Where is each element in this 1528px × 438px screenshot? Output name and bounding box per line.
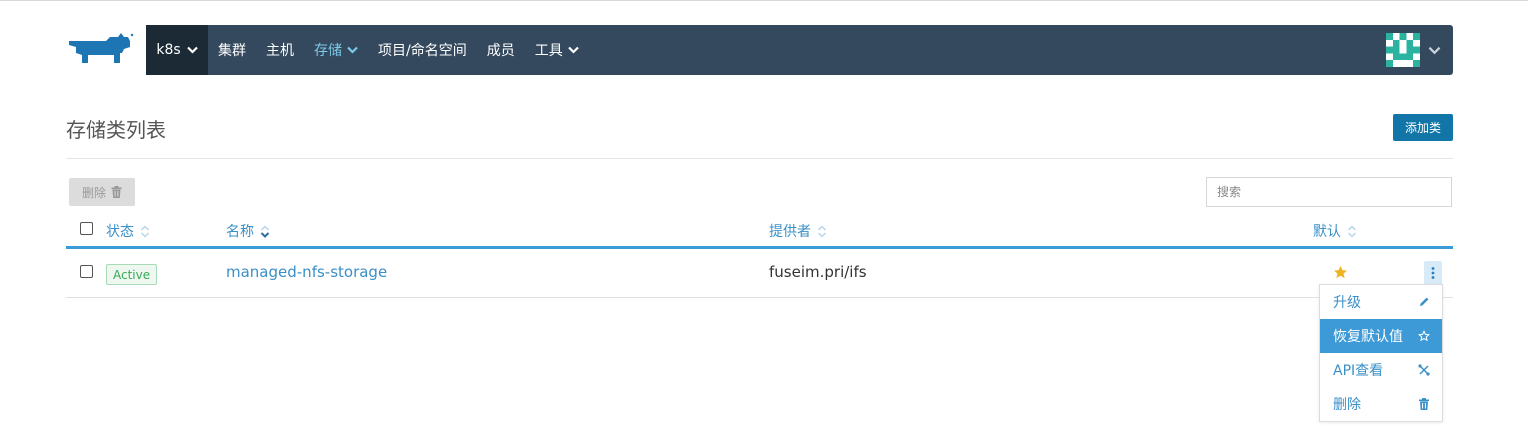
kebab-icon (1431, 267, 1435, 279)
default-star-icon (1334, 265, 1347, 279)
sort-icon (1347, 224, 1357, 238)
nav-item-label: 项目/命名空间 (378, 43, 467, 59)
chevron-down-icon (347, 46, 358, 54)
nav-item-tools[interactable]: 工具 (525, 25, 589, 75)
bulk-delete-label: 删除 (81, 185, 106, 200)
environment-switcher[interactable]: k8s (146, 25, 208, 75)
menu-item-label: 恢复默认值 (1333, 329, 1403, 345)
page-title: 存储类列表 (66, 118, 166, 142)
menu-item-label: 升级 (1333, 295, 1361, 311)
sort-desc-icon (260, 224, 270, 238)
table-row: Active managed-nfs-storage fuseim.pri/if… (66, 249, 1453, 297)
select-all-checkbox[interactable] (80, 222, 93, 235)
bulk-delete-button[interactable]: 删除 (69, 178, 135, 206)
nav-item-hosts[interactable]: 主机 (256, 25, 304, 75)
environment-label: k8s (156, 42, 181, 58)
row-divider (66, 297, 1453, 298)
rancher-logo[interactable] (66, 33, 134, 67)
sort-icon (817, 224, 827, 238)
nav-item-members[interactable]: 成员 (477, 25, 525, 75)
top-nav: k8s 集群 主机 存储 项目/命名空间 成员 工具 (146, 25, 1453, 75)
avatar (1386, 33, 1420, 67)
pencil-icon (1420, 297, 1429, 306)
nav-item-label: 存储 (314, 43, 342, 59)
menu-item-label: API查看 (1333, 363, 1384, 379)
top-border (0, 0, 1528, 1)
row-checkbox[interactable] (80, 265, 93, 278)
nav-item-storage[interactable]: 存储 (304, 25, 368, 75)
star-outline-icon (1418, 330, 1430, 342)
nav-item-label: 集群 (218, 43, 246, 59)
column-header-default[interactable]: 默认 (1313, 221, 1357, 241)
search-input[interactable] (1206, 177, 1452, 207)
sort-icon (140, 224, 150, 238)
column-header-state[interactable]: 状态 (106, 221, 150, 241)
chevron-down-icon (1428, 46, 1441, 54)
nav-item-projects-namespaces[interactable]: 项目/命名空间 (368, 25, 477, 75)
add-class-button[interactable]: 添加类 (1393, 114, 1453, 141)
user-menu[interactable] (1386, 33, 1441, 67)
nav-item-label: 工具 (534, 43, 563, 59)
chevron-down-icon (186, 46, 198, 54)
column-header-name[interactable]: 名称 (226, 221, 270, 241)
trash-icon (1419, 398, 1429, 410)
storage-class-name-link[interactable]: managed-nfs-storage (226, 263, 387, 281)
column-header-label: 默认 (1313, 224, 1341, 240)
trash-icon (111, 186, 122, 198)
nav-item-label: 成员 (486, 43, 515, 59)
menu-item-delete[interactable]: 删除 (1320, 387, 1442, 421)
menu-item-api-view[interactable]: API查看 (1320, 353, 1442, 387)
nav-item-clusters[interactable]: 集群 (208, 25, 256, 75)
provider-value: fuseim.pri/ifs (769, 263, 867, 281)
column-header-label: 提供者 (769, 224, 811, 240)
row-actions-menu: 升级 恢复默认值 API查看 删除 (1319, 284, 1443, 422)
column-header-provider[interactable]: 提供者 (769, 221, 827, 241)
column-header-label: 名称 (226, 224, 254, 240)
status-badge: Active (106, 264, 158, 285)
menu-item-label: 删除 (1333, 397, 1361, 413)
row-actions-kebab-button[interactable] (1424, 261, 1442, 285)
tools-icon (1418, 364, 1430, 376)
menu-item-upgrade[interactable]: 升级 (1320, 285, 1442, 319)
chevron-down-icon (567, 46, 579, 54)
column-header-label: 状态 (106, 224, 134, 240)
table-header: 状态 名称 提供者 默认 (66, 216, 1453, 246)
nav-item-label: 主机 (266, 43, 294, 59)
menu-item-restore-default[interactable]: 恢复默认值 (1320, 319, 1442, 353)
divider (66, 158, 1453, 159)
